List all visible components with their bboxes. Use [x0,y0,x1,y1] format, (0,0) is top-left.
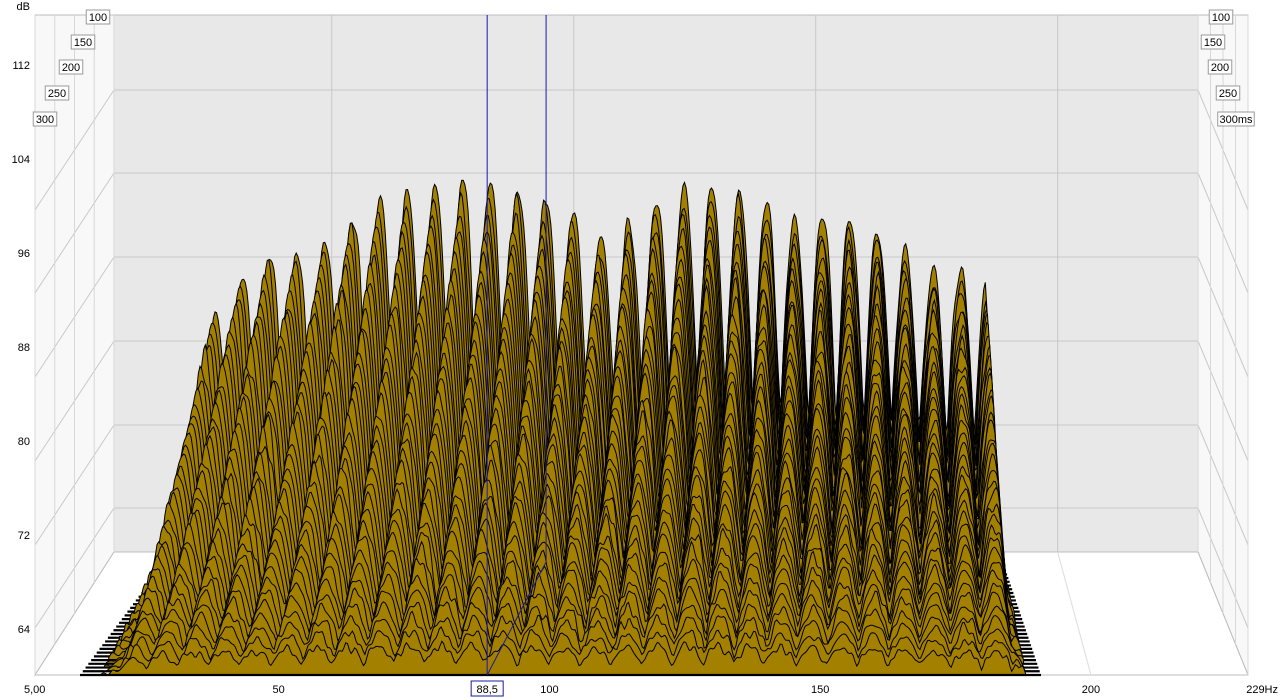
x-tick-label: 100 [540,684,558,696]
depth-tick-label-right: 200 [1211,62,1229,74]
x-tick-label: 229Hz [1246,684,1278,696]
waterfall-chart: 112 104 96 88 80 72 64 dB 5,00 50 100 150 200 229Hz 10… [0,0,1281,698]
y-unit-label: dB [17,1,30,13]
y-tick-label: 112 [12,60,30,72]
depth-tick-label-right: 250 [1219,88,1237,100]
depth-tick-label-right: 150 [1204,37,1222,49]
y-tick-label: 72 [18,530,30,542]
x-tick-label: 5,00 [24,684,45,696]
depth-tick-label-left: 250 [48,88,66,100]
cursor-label[interactable]: 88,5 [476,684,497,696]
depth-tick-label-right: 100 [1212,12,1230,24]
x-tick-label: 50 [273,684,285,696]
depth-tick-label-left: 150 [74,37,92,49]
y-tick-label: 88 [18,342,30,354]
depth-tick-label-left: 100 [89,12,107,24]
y-tick-label: 80 [18,436,30,448]
depth-tick-label-left: 200 [62,62,80,74]
depth-tick-label-right: 300ms [1219,114,1253,126]
y-tick-label: 64 [18,624,30,636]
y-tick-label: 104 [12,154,30,166]
y-tick-label: 96 [18,248,30,260]
depth-tick-label-left: 300 [36,114,54,126]
x-tick-label: 150 [811,684,829,696]
x-tick-label: 200 [1082,684,1100,696]
